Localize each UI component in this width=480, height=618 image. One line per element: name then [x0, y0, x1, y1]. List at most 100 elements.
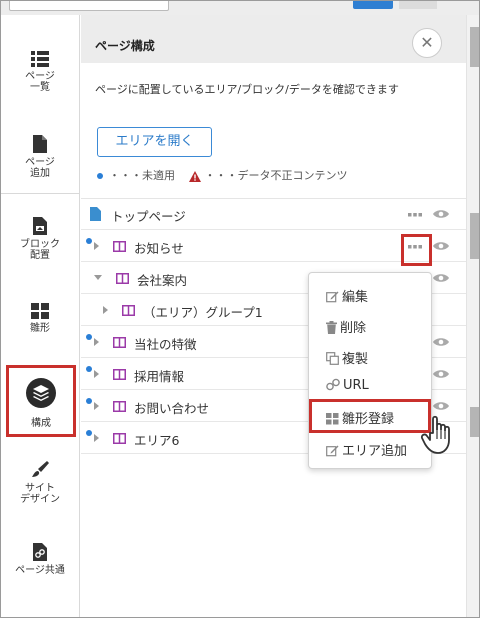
sidebar-item-structure[interactable]: 構成 [6, 365, 76, 437]
sidebar-item-site-design[interactable]: サイト デザイン [1, 461, 79, 505]
link-file-icon [33, 543, 47, 561]
menu-item-label: 編集 [342, 290, 369, 305]
menu-item-template-register-inner: 雛形登録 [326, 408, 394, 427]
brush-icon [32, 461, 49, 477]
left-sidebar: ページ 一覧 ページ 追加 ブロック 配置 雛形 構成 サイト デザイン ページ… [1, 15, 80, 617]
expand-arrow-icon[interactable] [94, 370, 99, 378]
top-input-field[interactable] [9, 1, 169, 11]
expand-arrow-icon[interactable] [94, 434, 99, 442]
tree-row-label: 会社案内 [137, 273, 188, 288]
unapplied-dot-icon [86, 398, 92, 404]
panel-header: ページ構成 ✕ [81, 15, 466, 63]
sidebar-label-page-list: ページ 一覧 [25, 71, 55, 93]
menu-item-url[interactable]: URL [326, 378, 369, 393]
warning-icon [188, 170, 201, 182]
menu-item-template-register[interactable]: 雛形登録 [309, 399, 431, 433]
menu-item-label: 雛形登録 [342, 412, 395, 427]
unapplied-dot-icon [86, 334, 92, 340]
sidebar-label-block-place: ブロック 配置 [20, 239, 60, 261]
sidebar-divider [1, 193, 79, 194]
eye-icon[interactable] [433, 241, 449, 251]
scroll-thumb[interactable] [470, 27, 479, 67]
open-area-button[interactable]: エリアを開く [97, 127, 212, 157]
more-button-highlight [401, 234, 432, 266]
list-icon [31, 51, 49, 67]
area-icon [113, 433, 126, 444]
tree-row-label: 当社の特徴 [134, 337, 197, 352]
edit-icon [326, 445, 339, 457]
area-icon [122, 305, 135, 316]
sidebar-item-page-common[interactable]: ページ共通 [1, 543, 79, 576]
menu-item-label: 複製 [342, 352, 369, 367]
tree-row-label: 採用情報 [134, 369, 185, 384]
legend-unapplied: ・・・未適用 [109, 169, 175, 182]
sidebar-item-page-add[interactable]: ページ 追加 [1, 135, 79, 179]
menu-item-edit[interactable]: 編集 [326, 286, 368, 305]
collapse-arrow-icon[interactable] [94, 275, 102, 280]
tree-row-label: お問い合わせ [134, 401, 210, 416]
top-toolbar [1, 1, 479, 15]
panel-description: ページに配置しているエリア/ブロック/データを確認できます [95, 83, 399, 96]
link-icon [326, 378, 340, 391]
sidebar-item-block-place[interactable]: ブロック 配置 [1, 217, 79, 261]
hand-cursor-icon [420, 415, 450, 454]
sidebar-label-page-common: ページ共通 [15, 565, 65, 576]
tree-row-label: トップページ [111, 209, 186, 224]
legend: ・・・未適用 ・・・データ不正コンテンツ [97, 167, 348, 183]
legend-invalid: ・・・データ不正コンテンツ [204, 169, 348, 182]
panel-title: ページ構成 [95, 39, 155, 53]
tree-row-label: （エリア）グループ1 [143, 305, 263, 320]
menu-item-duplicate[interactable]: 複製 [326, 348, 368, 367]
unapplied-dot-icon [86, 238, 92, 244]
eye-icon[interactable] [433, 209, 449, 219]
edit-icon [326, 291, 339, 303]
sidebar-label-page-add: ページ 追加 [25, 157, 55, 179]
block-place-icon [33, 217, 47, 235]
area-icon [113, 337, 126, 348]
area-icon [113, 369, 126, 380]
scroll-thumb[interactable] [470, 213, 479, 259]
expand-arrow-icon[interactable] [94, 402, 99, 410]
unapplied-dot-icon [86, 366, 92, 372]
expand-arrow-icon[interactable] [94, 242, 99, 250]
layers-icon [26, 378, 56, 408]
unapplied-dot-icon [97, 173, 103, 179]
top-secondary-button[interactable] [399, 1, 437, 9]
template-grid-icon [31, 303, 49, 319]
menu-item-label: エリア追加 [342, 444, 408, 459]
right-scroll-strip[interactable] [466, 15, 479, 617]
trash-icon [326, 321, 337, 334]
top-primary-button[interactable] [353, 1, 393, 9]
sidebar-label-template: 雛形 [30, 323, 50, 334]
eye-icon[interactable] [433, 401, 449, 411]
scroll-thumb[interactable] [470, 407, 479, 437]
close-button[interactable]: ✕ [412, 28, 442, 58]
area-icon [113, 401, 126, 412]
menu-item-label: 削除 [340, 321, 367, 336]
sidebar-label-structure: 構成 [31, 418, 51, 429]
copy-icon [326, 352, 339, 365]
app-window: ページ 一覧 ページ 追加 ブロック 配置 雛形 構成 サイト デザイン ページ… [0, 0, 480, 618]
area-icon [116, 273, 129, 284]
sidebar-item-page-list[interactable]: ページ 一覧 [1, 51, 79, 93]
area-icon [113, 241, 126, 252]
menu-item-add-area[interactable]: エリア追加 [326, 440, 407, 459]
file-icon [33, 135, 47, 153]
expand-arrow-icon[interactable] [103, 306, 108, 314]
sidebar-label-site-design: サイト デザイン [20, 483, 60, 505]
template-grid-icon [326, 413, 339, 425]
expand-arrow-icon[interactable] [94, 338, 99, 346]
eye-icon[interactable] [433, 369, 449, 379]
menu-item-delete[interactable]: 削除 [326, 317, 366, 336]
unapplied-dot-icon [86, 430, 92, 436]
menu-item-label: URL [343, 378, 369, 393]
tree-row-top-page[interactable]: トップページ [81, 199, 466, 230]
context-menu: 編集 削除 複製 URL エリア追加 [308, 272, 432, 469]
tree-row-label: エリア6 [134, 433, 180, 448]
eye-icon[interactable] [433, 273, 449, 283]
more-icon[interactable] [408, 213, 422, 217]
sidebar-item-template[interactable]: 雛形 [1, 303, 79, 334]
eye-icon[interactable] [433, 337, 449, 347]
page-file-icon [90, 207, 101, 221]
close-icon: ✕ [420, 33, 434, 52]
